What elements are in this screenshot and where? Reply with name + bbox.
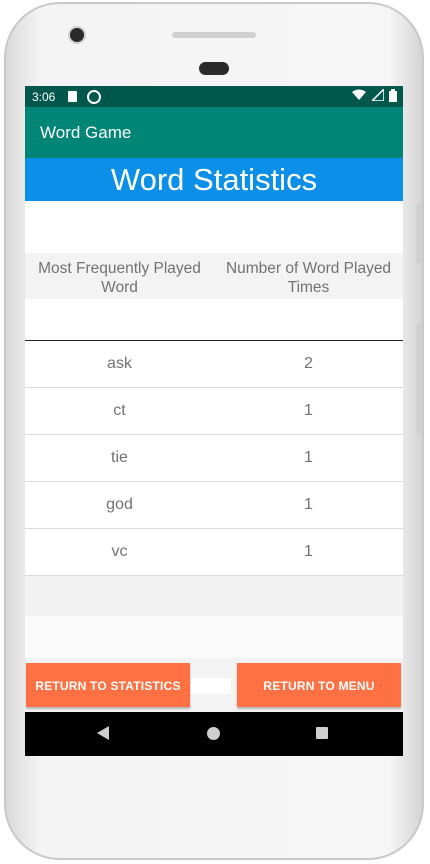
screen: 3:06 Word Game Word Statistics Most Freq…	[25, 86, 403, 756]
wifi-icon	[352, 89, 367, 100]
count-cell: 1	[304, 543, 313, 560]
count-cell: 1	[304, 402, 313, 419]
table-footer	[25, 576, 403, 616]
status-bar: 3:06	[25, 86, 403, 107]
count-cell: 2	[304, 355, 313, 372]
signal-icon	[371, 89, 384, 101]
earpiece	[172, 32, 256, 38]
table-row: ask 2	[25, 341, 403, 388]
spacer	[25, 299, 403, 340]
front-camera	[70, 28, 84, 42]
app-title: Word Game	[40, 123, 132, 142]
navigation-bar	[25, 712, 403, 756]
return-to-statistics-button[interactable]: RETURN TO STATISTICS	[26, 663, 190, 707]
table-row: god 1	[25, 482, 403, 529]
table-row: tie 1	[25, 435, 403, 482]
home-icon[interactable]	[207, 727, 220, 740]
word-cell: vc	[111, 543, 128, 560]
count-cell: 1	[304, 449, 313, 466]
sync-icon	[87, 90, 101, 104]
sensor	[199, 62, 229, 75]
table-body: ask 2 ct 1 tie 1 god 1 vc 1	[25, 341, 403, 576]
word-cell: god	[106, 496, 133, 513]
table-row: ct 1	[25, 388, 403, 435]
count-cell: 1	[304, 496, 313, 513]
power-button	[416, 324, 422, 434]
spacer	[191, 678, 231, 694]
sd-card-icon	[68, 91, 77, 102]
return-to-menu-button[interactable]: RETURN TO MENU	[237, 663, 401, 707]
app-bar: Word Game	[25, 107, 403, 158]
word-cell: ct	[113, 402, 126, 419]
button-bar: RETURN TO STATISTICS RETURN TO MENU	[25, 658, 403, 712]
battery-icon	[389, 89, 397, 102]
word-cell: ask	[107, 355, 132, 372]
volume-button	[416, 204, 422, 264]
status-icons	[350, 89, 397, 103]
status-time: 3:06	[32, 90, 56, 104]
spacer	[25, 201, 403, 253]
table-header: Most Frequently Played Word Number of Wo…	[25, 253, 403, 299]
back-icon[interactable]	[97, 726, 109, 740]
column-header-count: Number of Word Played Times	[225, 260, 392, 296]
page-title: Word Statistics	[25, 158, 403, 201]
word-cell: tie	[111, 449, 128, 466]
table-row: vc 1	[25, 529, 403, 576]
column-header-word: Most Frequently Played Word	[38, 260, 201, 296]
recents-icon[interactable]	[316, 727, 328, 739]
content: Word Statistics Most Frequently Played W…	[25, 158, 403, 712]
